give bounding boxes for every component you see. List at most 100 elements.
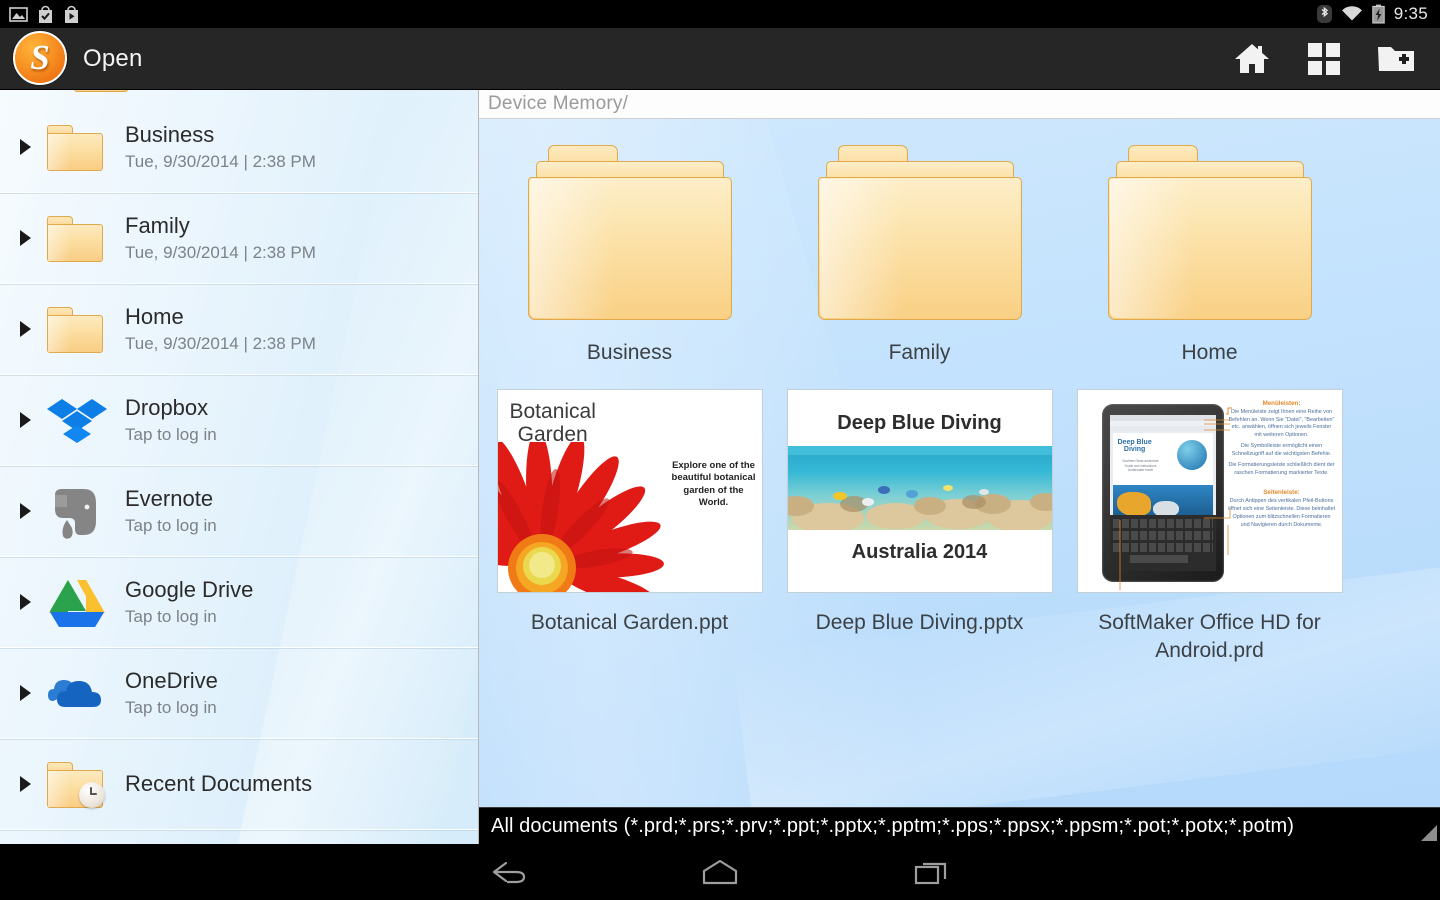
current-path: Device Memory/ [488,93,629,114]
sidebar-item-business[interactable]: Business Tue, 9/30/2014 | 2:38 PM [0,102,478,193]
nav-recents-button[interactable] [896,848,968,896]
android-tablet-screen: 9:35 S Open Business Tue, 9/30/2014 | 2:… [0,0,1440,900]
sidebar-item-google-drive[interactable]: Google Drive Tap to log in [0,557,478,648]
sidebar-item-subtitle: Tap to log in [125,515,217,535]
recents-icon [914,862,947,885]
google-drive-icon [45,574,109,630]
thumb-title: Deep Blue Diving [837,411,1002,434]
file-label: Deep Blue Diving.pptx [815,610,1024,634]
sidebar-item-partial-top[interactable] [0,90,478,102]
gerbera-flower-image [497,441,664,592]
action-bar-title: Open [83,44,143,72]
folder-large-icon [527,145,732,320]
coral-reef-image [787,445,1052,530]
folder-plus-icon [1378,47,1414,71]
file-item-botanical-garden[interactable]: Botanical Garden Explore one of the beaut… [489,388,770,666]
status-system-icons: 9:35 [1316,4,1440,24]
manual-body-2: Die Symbolleiste ermöglicht einen Schnel… [1231,443,1332,457]
bluetooth-icon [1316,5,1332,23]
expand-arrow-icon[interactable] [20,230,31,246]
file-type-filter-label: All documents (*.prd;*.prs;*.prv;*.ppt;*… [491,814,1295,837]
folder-icon [45,119,109,175]
folder-icon [45,301,109,357]
expand-arrow-icon[interactable] [20,594,31,610]
sidebar-item-label: Recent Documents [125,771,313,797]
folder-large-icon [817,145,1022,320]
softmaker-logo: S [13,30,69,87]
file-type-filter[interactable]: All documents (*.prd;*.prs;*.prv;*.ppt;*… [479,807,1440,844]
view-grid-button[interactable] [1288,28,1360,90]
file-thumbnail: Deep Blue Diving Southern Seas adventure G… [1076,388,1343,593]
sidebar-item-subtitle: Tue, 9/30/2014 | 2:38 PM [125,151,316,171]
file-browser-panel: Device Memory/ Business Family Home Bota… [479,90,1440,844]
sidebar-item-label: Home [125,304,184,330]
file-thumbnail: Botanical Garden Explore one of the beaut… [496,388,763,593]
manual-body-4: Durch Antippen des vertikalen Pfeil-Butt… [1227,498,1336,528]
manual-body-3: Die Formatierungsleiste schließlich dien… [1228,461,1335,476]
folder-large-icon [1107,145,1312,320]
sidebar-item-subtitle: Tap to log in [125,606,217,626]
onedrive-icon [45,665,109,721]
file-label: SoftMaker Office HD for Android.prd [1098,610,1321,663]
market-check-icon [39,5,52,23]
folder-clock-icon [45,756,109,812]
new-folder-button[interactable] [1360,28,1432,90]
sidebar-item-subtitle: Tap to log in [125,424,217,444]
sidebar-item-dropbox[interactable]: Dropbox Tap to log in [0,375,478,466]
resize-grip-icon[interactable] [1421,825,1437,841]
battery-charging-icon [1372,4,1385,24]
file-item-softmaker-manual[interactable]: Deep Blue Diving Southern Seas adventure G… [1069,388,1350,666]
file-item-deep-blue-diving[interactable]: Deep Blue Diving Australia 2014 Deep Blu… [779,388,1060,666]
thumb-title: Botanical Garden [509,399,596,446]
expand-arrow-icon[interactable] [20,412,31,428]
app-action-bar: S Open [0,28,1440,90]
sidebar-item-label: Google Drive [125,577,254,603]
manual-heading-2: Seitenleiste: [1263,489,1300,497]
status-clock: 9:35 [1393,4,1428,23]
thumb-subtitle: Australia 2014 [851,540,988,563]
sidebar-item-label: Family [125,213,190,239]
folder-label: Business [586,341,673,364]
sidebar-item-label: Evernote [125,486,214,512]
android-navigation-bar [0,844,1440,900]
sidebar-item-subtitle: Tue, 9/30/2014 | 2:38 PM [125,333,316,353]
expand-arrow-icon[interactable] [20,139,31,155]
sidebar-item-recent-documents[interactable]: Recent Documents [0,739,478,830]
dropbox-icon [45,392,109,448]
expand-arrow-icon[interactable] [20,776,31,792]
android-status-bar: 9:35 [0,0,1440,28]
file-label: Botanical Garden.ppt [530,610,729,634]
sidebar-item-subtitle: Tap to log in [125,697,217,717]
play-store-icon [65,5,78,23]
status-notification-icons [0,5,80,24]
grid-icon [1308,42,1340,75]
home-pentagon-icon [702,859,738,885]
sidebar-item-label: Dropbox [125,395,209,421]
tablet-illustration: Deep Blue Diving Southern Seas adventure G… [1101,403,1224,582]
expand-arrow-icon[interactable] [20,503,31,519]
manual-text-column: Menüleisten: Die Menüleiste zeigt Ihnen … [1228,400,1336,530]
nav-home-button[interactable] [684,848,756,896]
manual-body-1: Die Menüleiste zeigt Ihnen eine Reihe vo… [1228,408,1335,439]
path-bar[interactable]: Device Memory/ [479,90,1440,119]
screenshot-icon [9,6,28,22]
folder-item-business[interactable]: Business [489,145,770,367]
sidebar-item-evernote[interactable]: Evernote Tap to log in [0,466,478,557]
nav-back-button[interactable] [472,848,544,896]
home-button[interactable] [1216,28,1288,90]
folder-item-family[interactable]: Family [779,145,1060,367]
sidebar-scroll-container: Business Tue, 9/30/2014 | 2:38 PM Family… [0,90,478,830]
sidebar-item-home[interactable]: Home Tue, 9/30/2014 | 2:38 PM [0,284,478,375]
file-thumbnail: Deep Blue Diving Australia 2014 [786,388,1053,593]
sidebar-item-onedrive[interactable]: OneDrive Tap to log in [0,648,478,739]
folder-row: Business Family Home [479,119,1440,367]
manual-heading-1: Menüleisten: [1262,399,1301,407]
sidebar-item-label: Business [125,122,215,148]
back-arrow-icon [492,861,526,884]
folder-item-home[interactable]: Home [1069,145,1350,367]
sidebar-item-family[interactable]: Family Tue, 9/30/2014 | 2:38 PM [0,193,478,284]
places-sidebar[interactable]: Business Tue, 9/30/2014 | 2:38 PM Family… [0,90,479,844]
expand-arrow-icon[interactable] [20,685,31,701]
expand-arrow-icon[interactable] [20,321,31,337]
folder-label: Home [1181,341,1238,364]
